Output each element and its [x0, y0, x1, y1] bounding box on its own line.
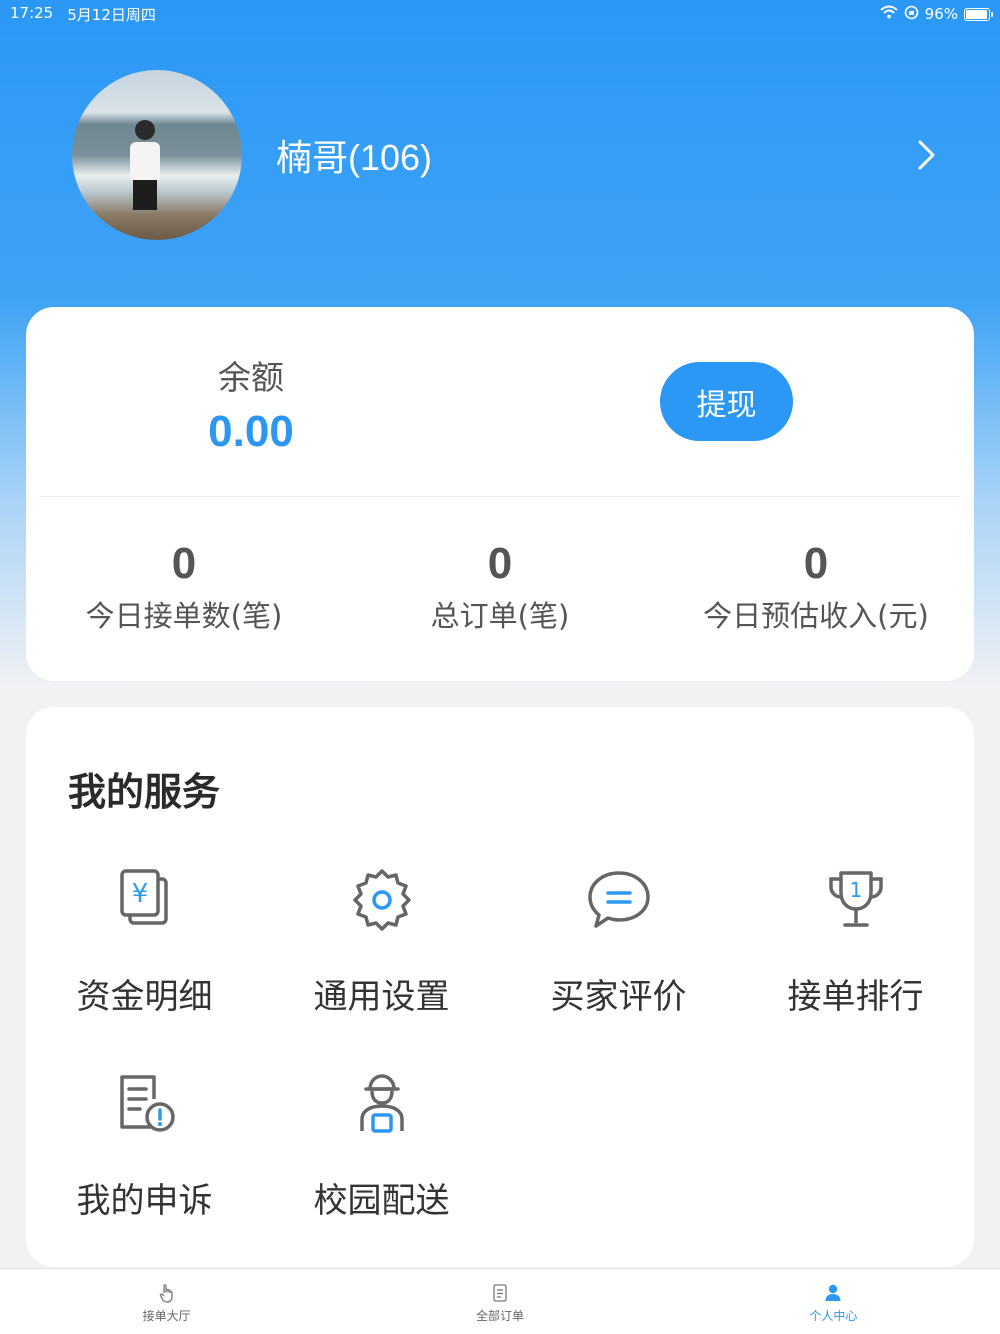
- tab-order-hall[interactable]: 接单大厅: [0, 1269, 333, 1334]
- status-time: 17:25: [10, 3, 54, 22]
- service-order-ranking[interactable]: 1 接单排行: [737, 865, 974, 1018]
- stat-label: 总订单(笔): [430, 599, 570, 633]
- rotation-lock-icon: [904, 5, 919, 24]
- tab-personal-center[interactable]: 个人中心: [667, 1269, 1000, 1334]
- chat-bubble-icon: [587, 871, 650, 928]
- gear-icon: [352, 869, 411, 931]
- stat-label: 今日预估收入(元): [703, 599, 929, 633]
- person-icon: [825, 1284, 841, 1301]
- stat-today-orders: 0 今日接单数(笔): [26, 539, 342, 635]
- svg-text:¥: ¥: [131, 879, 148, 909]
- service-label: 我的申诉: [76, 1181, 213, 1221]
- service-label: 买家评价: [550, 977, 687, 1017]
- tab-label: 全部订单: [475, 1309, 524, 1323]
- tab-label: 个人中心: [809, 1309, 858, 1323]
- status-date: 5月12日周四: [67, 5, 156, 24]
- tab-all-orders[interactable]: 全部订单: [333, 1269, 666, 1334]
- service-buyer-reviews[interactable]: 买家评价: [500, 865, 737, 1018]
- service-money-detail[interactable]: ¥ 资金明细: [26, 865, 263, 1018]
- money-detail-icon: ¥: [119, 869, 168, 925]
- bottom-tab-bar: 接单大厅 全部订单 个人中心: [0, 1268, 1000, 1334]
- balance-label: 余额: [218, 358, 284, 397]
- stat-today-income: 0 今日预估收入(元): [658, 539, 974, 635]
- svg-text:1: 1: [849, 878, 862, 902]
- hand-tap-icon: [159, 1284, 173, 1303]
- profile-name: 楠哥(106): [276, 137, 433, 178]
- withdraw-button[interactable]: 提现: [660, 362, 793, 441]
- order-list-icon: [493, 1284, 507, 1302]
- appeal-document-icon: [119, 1075, 175, 1132]
- avatar[interactable]: [72, 70, 242, 240]
- balance-value: 0.00: [208, 407, 294, 456]
- tab-label: 接单大厅: [142, 1309, 191, 1323]
- services-card: 我的服务 ¥ 资金明细 通用设置 买家评价 1 接单排行 我的申诉 校园配送: [26, 707, 974, 1267]
- stat-value: 0: [171, 539, 197, 588]
- profile-header[interactable]: 楠哥(106): [72, 70, 942, 240]
- service-my-appeals[interactable]: 我的申诉: [26, 1069, 263, 1222]
- stat-total-orders: 0 总订单(笔): [342, 539, 658, 635]
- service-label: 通用设置: [313, 977, 450, 1017]
- services-title: 我的服务: [68, 770, 221, 814]
- service-label: 校园配送: [313, 1181, 450, 1221]
- trophy-icon: 1: [828, 871, 883, 927]
- service-label: 资金明细: [76, 977, 213, 1017]
- stat-value: 0: [803, 539, 829, 588]
- balance-card: 余额 0.00 提现 0 今日接单数(笔) 0 总订单(笔) 0 今日预估收入(…: [26, 307, 974, 681]
- status-bar: 17:25 5月12日周四 96%: [0, 0, 1000, 28]
- avatar-photo: [130, 120, 160, 210]
- stat-value: 0: [487, 539, 513, 588]
- divider: [40, 496, 960, 497]
- service-general-settings[interactable]: 通用设置: [263, 865, 500, 1018]
- stat-label: 今日接单数(笔): [85, 599, 283, 633]
- courier-icon: [359, 1074, 404, 1133]
- battery-percent: 96%: [924, 5, 958, 23]
- balance-block: 余额 0.00: [176, 351, 326, 457]
- service-label: 接单排行: [787, 977, 924, 1017]
- wifi-icon: [879, 5, 898, 23]
- battery-icon: [964, 7, 993, 21]
- chevron-right-icon[interactable]: [912, 135, 942, 175]
- service-campus-delivery[interactable]: 校园配送: [263, 1069, 500, 1222]
